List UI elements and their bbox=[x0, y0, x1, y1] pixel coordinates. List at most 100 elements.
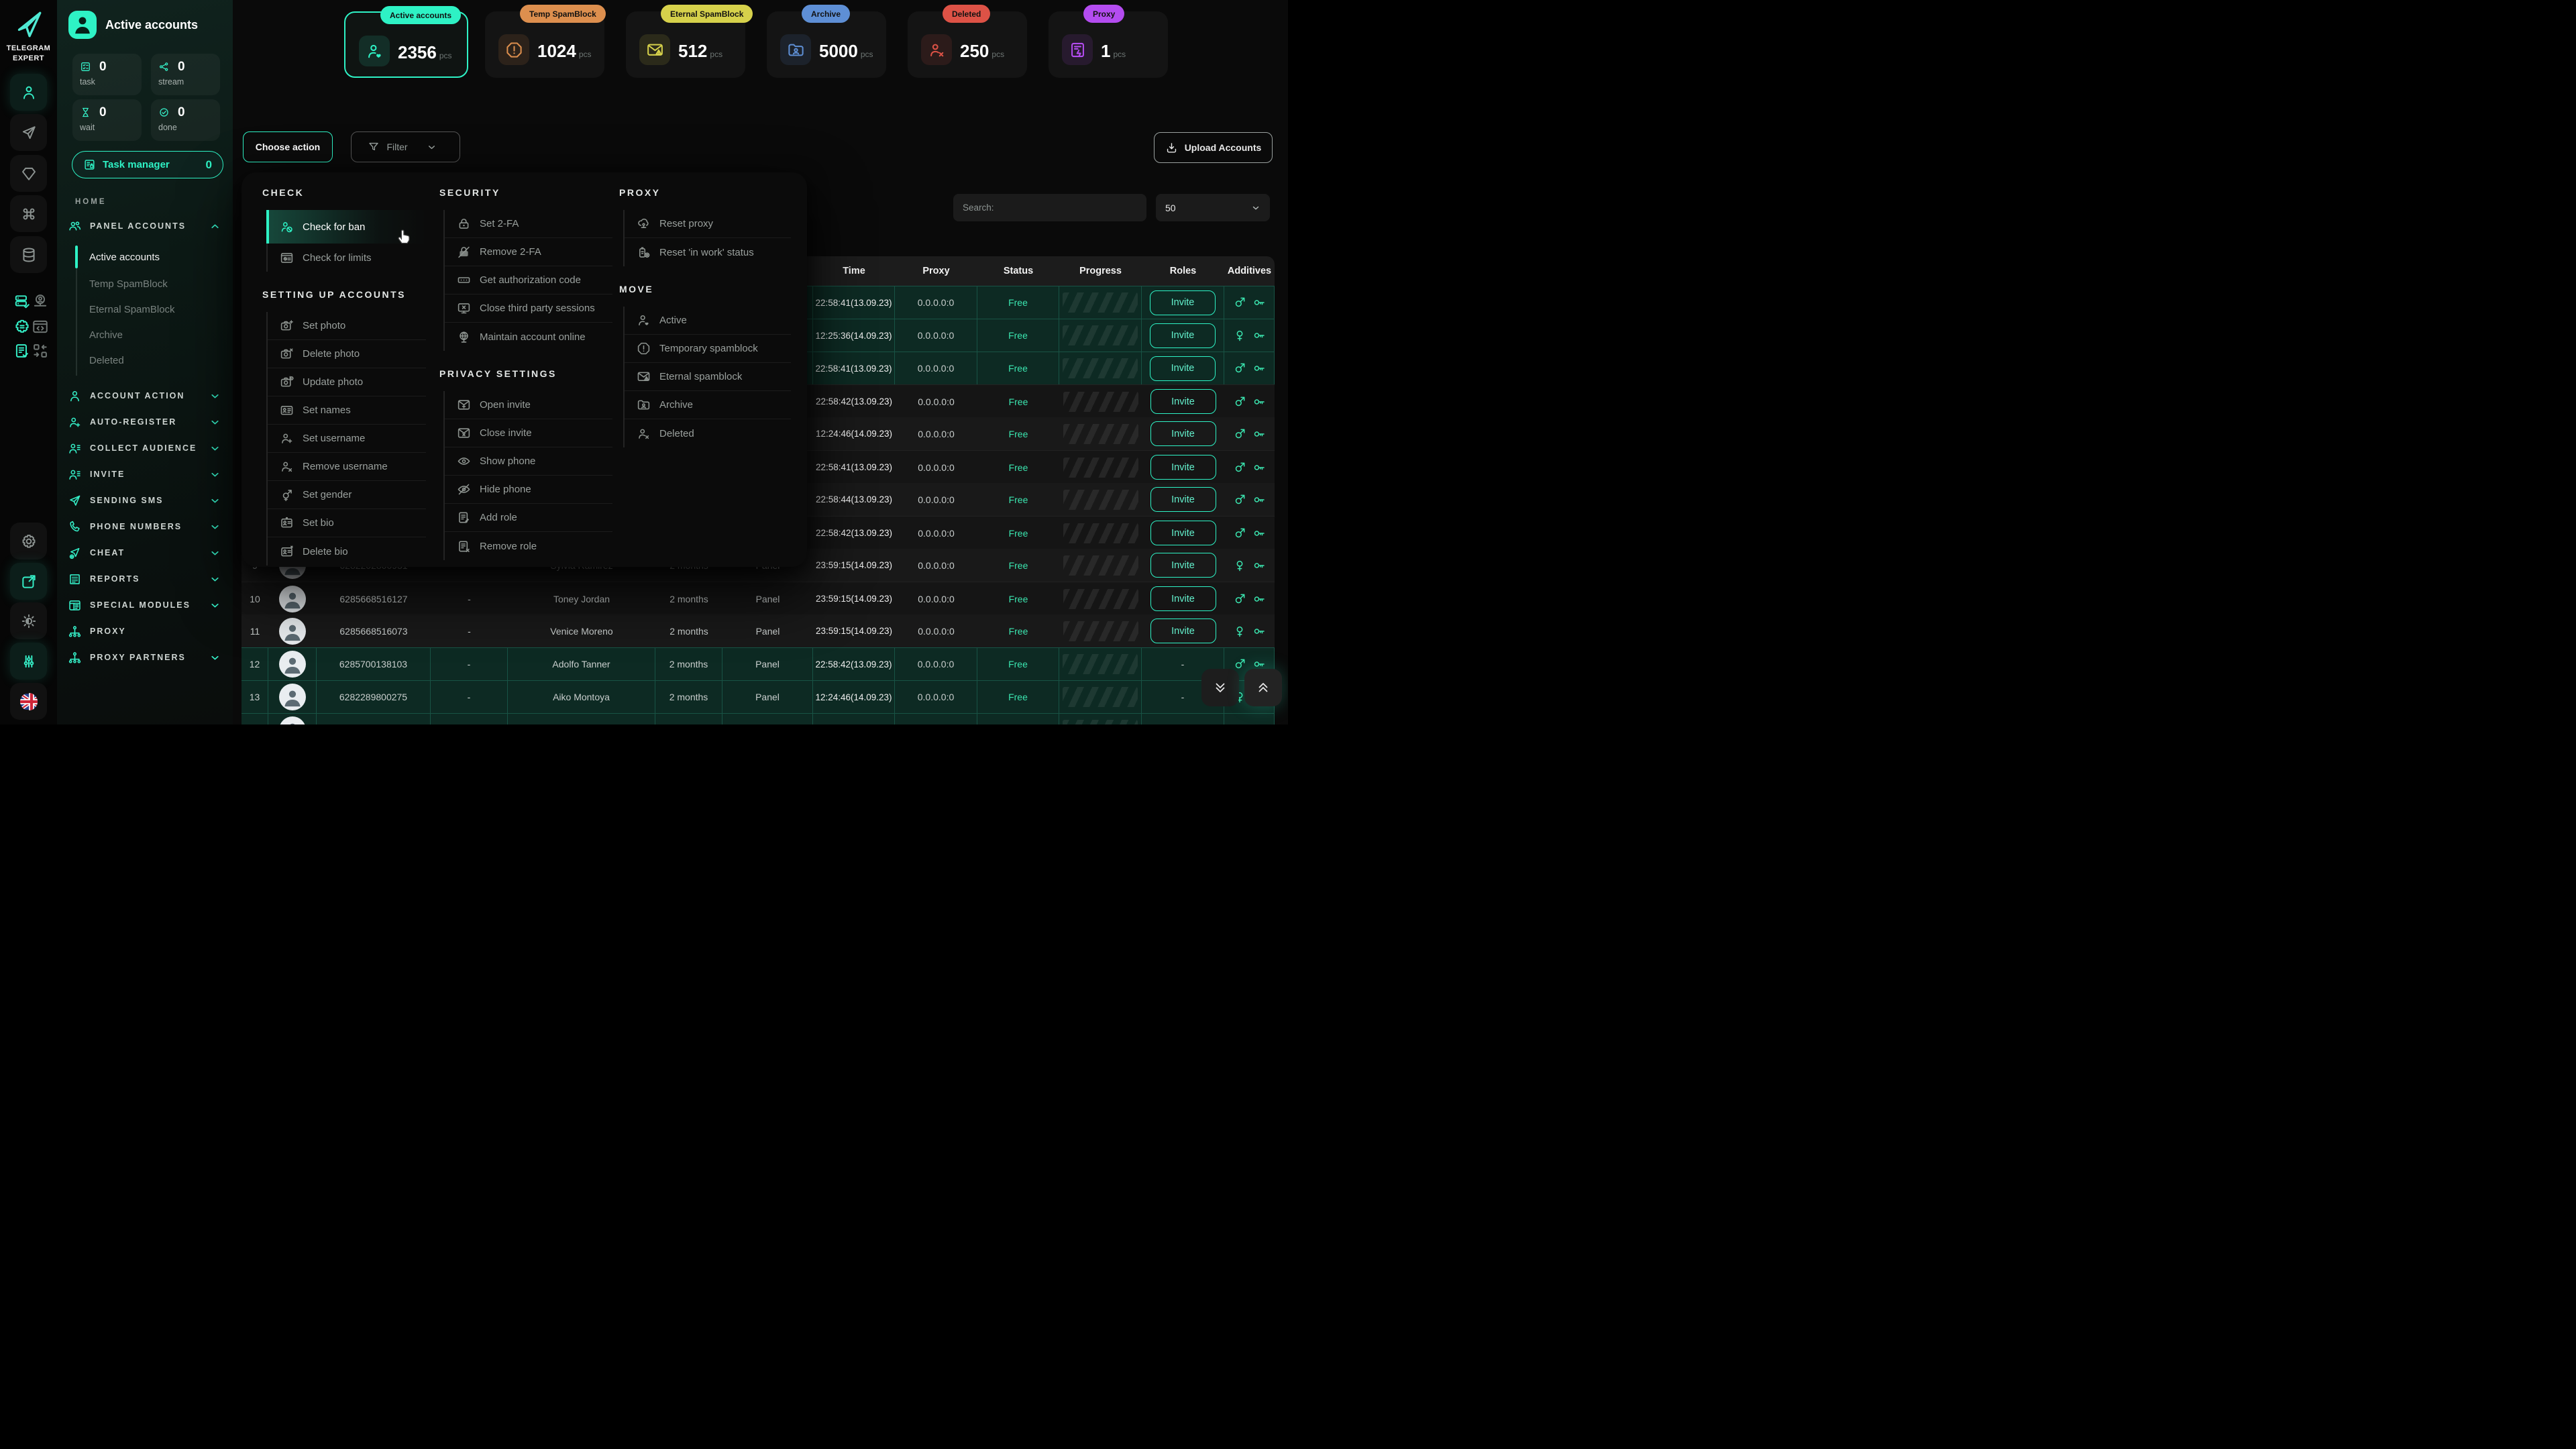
column-header-roles[interactable]: Roles bbox=[1142, 256, 1224, 286]
menu-item-active[interactable]: Active bbox=[625, 307, 791, 335]
choose-action-button[interactable]: Choose action bbox=[243, 131, 333, 162]
menu-item-deleted[interactable]: Deleted bbox=[625, 419, 791, 447]
invite-button[interactable]: Invite bbox=[1150, 389, 1216, 414]
rail-mini-code-window[interactable] bbox=[32, 318, 49, 335]
sidebar-item-collect-audience[interactable]: COLLECT AUDIENCE bbox=[57, 437, 233, 460]
menu-item-close-invite[interactable]: Close invite bbox=[445, 419, 612, 447]
menu-item-set-2-fa[interactable]: Set 2-FA bbox=[445, 210, 612, 238]
sidebar-item-sending-sms[interactable]: SENDING SMS bbox=[57, 489, 233, 512]
menu-item-reset-proxy[interactable]: Reset proxy bbox=[625, 210, 791, 238]
menu-item-add-role[interactable]: Add role bbox=[445, 504, 612, 532]
menu-item-get-authorization-code[interactable]: Get authorization code bbox=[445, 266, 612, 294]
table-row[interactable]: 106285668516127-Toney Jordan2 monthsPane… bbox=[241, 582, 1275, 614]
sidebar-item-phone-numbers[interactable]: PHONE NUMBERS bbox=[57, 515, 233, 538]
table-row[interactable]: 146285646748937-Albert Pittman2 monthsPa… bbox=[241, 713, 1275, 724]
upload-accounts-button[interactable]: Upload Accounts bbox=[1154, 132, 1273, 163]
invite-button[interactable]: Invite bbox=[1150, 323, 1216, 348]
sidebar-item-auto-register[interactable]: AUTO-REGISTER bbox=[57, 411, 233, 433]
table-row[interactable]: 116285668516073-Venice Moreno2 monthsPan… bbox=[241, 614, 1275, 647]
sidebar-subitem-archive[interactable]: Archive bbox=[77, 325, 225, 345]
invite-button[interactable]: Invite bbox=[1150, 290, 1216, 315]
filter-dropdown[interactable]: Filter bbox=[351, 131, 460, 162]
sidebar-item-proxy[interactable]: PROXY bbox=[57, 620, 233, 643]
rail-mini-doc-check[interactable] bbox=[13, 342, 31, 360]
rail-button-sending[interactable] bbox=[10, 114, 47, 151]
invite-button[interactable]: Invite bbox=[1150, 455, 1216, 480]
menu-item-set-names[interactable]: Set names bbox=[268, 396, 426, 425]
menu-item-show-phone[interactable]: Show phone bbox=[445, 447, 612, 476]
stat-card-eternal-spamblock[interactable]: Eternal SpamBlock512pcs bbox=[626, 11, 745, 78]
invite-button[interactable]: Invite bbox=[1150, 487, 1216, 512]
sidebar-item-invite[interactable]: INVITE bbox=[57, 463, 233, 486]
column-header-progress[interactable]: Progress bbox=[1059, 256, 1142, 286]
scroll-to-bottom-button[interactable] bbox=[1201, 669, 1239, 706]
key-icon[interactable] bbox=[1252, 625, 1266, 638]
sidebar-item-cheat[interactable]: CHEAT bbox=[57, 541, 233, 564]
menu-item-set-username[interactable]: Set username bbox=[268, 425, 426, 453]
key-icon[interactable] bbox=[1252, 461, 1266, 474]
menu-item-maintain-account-online[interactable]: Maintain account online bbox=[445, 323, 612, 351]
sidebar-subitem-deleted[interactable]: Deleted bbox=[77, 350, 225, 370]
table-row[interactable]: 126285700138103-Adolfo Tanner2 monthsPan… bbox=[241, 647, 1275, 680]
key-icon[interactable] bbox=[1252, 362, 1266, 375]
rail-button-shortcuts[interactable] bbox=[10, 195, 47, 232]
sidebar-item-panel-accounts[interactable]: PANEL ACCOUNTS bbox=[57, 215, 233, 237]
table-row[interactable]: 136282289800275-Aiko Montoya2 monthsPane… bbox=[241, 680, 1275, 713]
menu-item-archive[interactable]: Archive bbox=[625, 391, 791, 419]
invite-button[interactable]: Invite bbox=[1150, 586, 1216, 611]
menu-item-open-invite[interactable]: Open invite bbox=[445, 391, 612, 419]
invite-button[interactable]: Invite bbox=[1150, 521, 1216, 545]
stat-card-deleted[interactable]: Deleted250pcs bbox=[908, 11, 1027, 78]
rail-button-preferences[interactable] bbox=[10, 643, 47, 680]
menu-item-remove-2-fa[interactable]: Remove 2-FA bbox=[445, 238, 612, 266]
page-size-select[interactable]: 50 bbox=[1156, 194, 1270, 221]
menu-item-reset-in-work-status[interactable]: Reset 'in work' status bbox=[625, 238, 791, 266]
rail-button-theme[interactable] bbox=[10, 602, 47, 639]
scroll-to-top-button[interactable] bbox=[1244, 669, 1282, 706]
rail-button-storage[interactable] bbox=[10, 236, 47, 273]
key-icon[interactable] bbox=[1252, 296, 1266, 309]
rail-button-language-uk[interactable] bbox=[10, 683, 47, 720]
sidebar-item-account-action[interactable]: ACCOUNT ACTION bbox=[57, 384, 233, 407]
rail-mini-gear-badge[interactable] bbox=[13, 318, 31, 335]
menu-item-set-bio[interactable]: Set bio bbox=[268, 509, 426, 537]
menu-item-hide-phone[interactable]: Hide phone bbox=[445, 476, 612, 504]
column-header-time[interactable]: Time bbox=[813, 256, 895, 286]
invite-button[interactable]: Invite bbox=[1150, 553, 1216, 578]
stat-card-archive[interactable]: Archive5000pcs bbox=[767, 11, 886, 78]
menu-item-check-for-limits[interactable]: Check for limits bbox=[268, 244, 426, 272]
column-header-proxy[interactable]: Proxy bbox=[895, 256, 977, 286]
menu-item-set-gender[interactable]: Set gender bbox=[268, 481, 426, 509]
sidebar-item-reports[interactable]: REPORTS bbox=[57, 568, 233, 590]
menu-item-update-photo[interactable]: Update photo bbox=[268, 368, 426, 396]
key-icon[interactable] bbox=[1252, 493, 1266, 506]
menu-item-remove-role[interactable]: Remove role bbox=[445, 532, 612, 560]
invite-button[interactable]: Invite bbox=[1150, 356, 1216, 381]
sidebar-subitem-active-accounts[interactable]: Active accounts bbox=[77, 247, 225, 267]
column-header-additives[interactable]: Additives bbox=[1224, 256, 1275, 286]
rail-button-open-external[interactable] bbox=[10, 563, 47, 600]
rail-mini-sync-squares[interactable] bbox=[32, 342, 49, 360]
menu-item-temporary-spamblock[interactable]: Temporary spamblock bbox=[625, 335, 791, 363]
menu-item-remove-username[interactable]: Remove username bbox=[268, 453, 426, 481]
key-icon[interactable] bbox=[1252, 723, 1266, 724]
menu-item-eternal-spamblock[interactable]: Eternal spamblock bbox=[625, 363, 791, 391]
menu-item-delete-photo[interactable]: Delete photo bbox=[268, 340, 426, 368]
rail-button-accounts[interactable] bbox=[10, 74, 47, 111]
key-icon[interactable] bbox=[1252, 395, 1266, 409]
key-icon[interactable] bbox=[1252, 559, 1266, 572]
key-icon[interactable] bbox=[1252, 527, 1266, 540]
rail-button-premium[interactable] bbox=[10, 155, 47, 192]
column-header-status[interactable]: Status bbox=[977, 256, 1059, 286]
key-icon[interactable] bbox=[1252, 329, 1266, 342]
menu-item-set-photo[interactable]: Set photo bbox=[268, 312, 426, 340]
key-icon[interactable] bbox=[1252, 592, 1266, 606]
invite-button[interactable]: Invite bbox=[1150, 421, 1216, 446]
search-input[interactable]: Search: bbox=[953, 194, 1146, 221]
sidebar-subitem-temp-spamblock[interactable]: Temp SpamBlock bbox=[77, 274, 225, 294]
invite-button[interactable]: Invite bbox=[1150, 619, 1216, 643]
sidebar-subitem-eternal-spamblock[interactable]: Eternal SpamBlock bbox=[77, 299, 225, 319]
sidebar-item-proxy-partners[interactable]: PROXY PARTNERS bbox=[57, 646, 233, 669]
task-manager-button[interactable]: Task manager 0 bbox=[72, 151, 223, 178]
rail-button-settings[interactable] bbox=[10, 523, 47, 559]
